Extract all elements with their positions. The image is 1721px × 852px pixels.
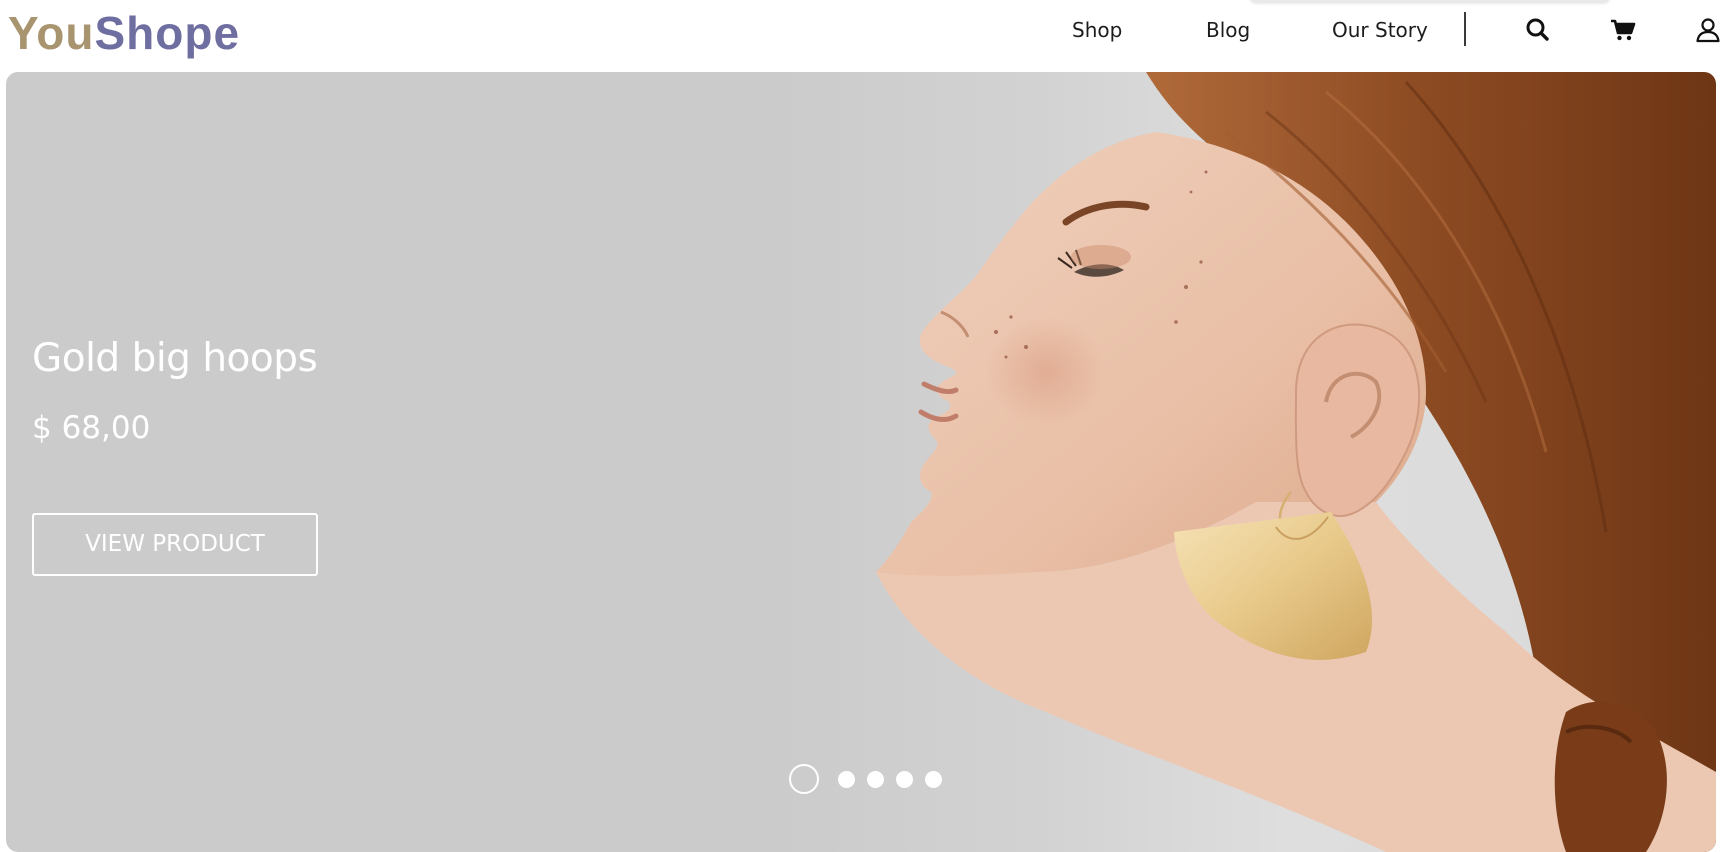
nav-divider bbox=[1464, 12, 1466, 46]
carousel-dot-2[interactable] bbox=[838, 771, 855, 788]
site-header: YouShope Shop Blog Our Story bbox=[0, 0, 1721, 72]
carousel-dot-4[interactable] bbox=[896, 771, 913, 788]
site-logo[interactable]: YouShope bbox=[8, 4, 240, 62]
view-product-button[interactable]: VIEW PRODUCT bbox=[32, 513, 318, 576]
hero-model-image bbox=[876, 72, 1716, 852]
nav-our-story-link[interactable]: Our Story bbox=[1332, 14, 1428, 46]
cart-icon[interactable] bbox=[1609, 16, 1637, 44]
hero-banner: Gold big hoops $ 68,00 VIEW PRODUCT bbox=[6, 72, 1716, 852]
nav-blog-link[interactable]: Blog bbox=[1206, 14, 1250, 46]
logo-shope: Shope bbox=[94, 7, 241, 59]
carousel-dot-3[interactable] bbox=[867, 771, 884, 788]
carousel-dot-5[interactable] bbox=[925, 771, 942, 788]
nav-shop-link[interactable]: Shop bbox=[1072, 14, 1122, 46]
top-edge-tab bbox=[1250, 0, 1610, 2]
product-price: $ 68,00 bbox=[32, 410, 151, 446]
carousel-dot-1-active[interactable] bbox=[789, 764, 819, 794]
logo-you: You bbox=[8, 7, 95, 59]
product-title: Gold big hoops bbox=[32, 336, 318, 381]
user-icon[interactable] bbox=[1694, 16, 1721, 44]
search-icon[interactable] bbox=[1524, 16, 1552, 44]
